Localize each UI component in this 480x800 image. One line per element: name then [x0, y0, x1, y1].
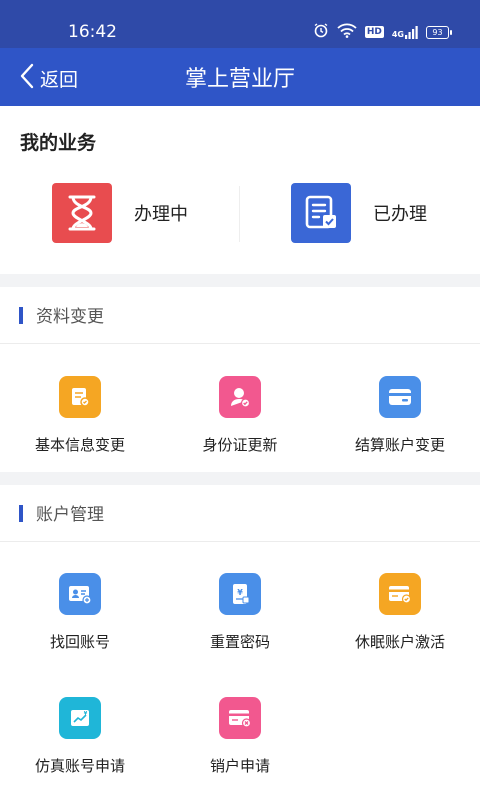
simulated-account-application-button[interactable]: ¥ 仿真账号申请: [0, 697, 160, 776]
id-card-update-button[interactable]: 身份证更新: [160, 376, 320, 455]
nav-bar: 返回 掌上营业厅: [0, 48, 480, 106]
in-progress-label: 办理中: [134, 204, 188, 225]
yuan-doc-icon: ¥: [219, 573, 261, 615]
reset-password-button[interactable]: ¥ 重置密码: [160, 573, 320, 652]
signal-icon: 4G: [392, 25, 418, 39]
document-check-icon: [291, 183, 351, 243]
completed-button[interactable]: 已办理: [291, 182, 427, 244]
my-business-title: 我的业务: [20, 132, 97, 154]
section-accent-bar: [19, 307, 23, 324]
status-bar: 16:42 HD 4G 93: [0, 0, 480, 48]
card-icon: [379, 376, 421, 418]
section-accent-bar: [19, 505, 23, 522]
section-title: 资料变更: [36, 307, 104, 327]
page-title: 掌上营业厅: [184, 67, 295, 92]
completed-label: 已办理: [373, 204, 427, 225]
divider: [239, 186, 240, 242]
wifi-icon: [337, 23, 357, 42]
document-edit-icon: [59, 376, 101, 418]
battery-icon: 93: [426, 25, 452, 39]
card-close-icon: [219, 697, 261, 739]
svg-text:¥: ¥: [237, 588, 243, 597]
settlement-account-change-button[interactable]: 结算账户变更: [320, 376, 480, 455]
section-header-profile-change: 资料变更: [0, 287, 480, 344]
hd-icon: HD: [364, 26, 384, 38]
close-account-application-button[interactable]: 销户申请: [160, 697, 320, 776]
in-progress-button[interactable]: 办理中: [52, 182, 188, 244]
section-title: 账户管理: [36, 505, 104, 525]
id-card-icon: [59, 573, 101, 615]
svg-text:¥: ¥: [84, 711, 88, 717]
basic-info-change-button[interactable]: 基本信息变更: [0, 376, 160, 455]
profile-change-grid: 基本信息变更 身份证更新 结算账户变更: [0, 344, 480, 472]
dormant-account-activation-button[interactable]: 休眠账户激活: [320, 573, 480, 652]
card-check-icon: [379, 573, 421, 615]
my-business-card: 我的业务 办理中 已办理: [0, 106, 480, 274]
hourglass-icon: [52, 183, 112, 243]
account-management-grid: 找回账号 ¥ 重置密码 休眠账户激活 ¥ 仿真账号申请 销户申请: [0, 542, 480, 800]
alarm-icon: [313, 22, 329, 42]
recover-account-button[interactable]: 找回账号: [0, 573, 160, 652]
section-header-account-management: 账户管理: [0, 485, 480, 542]
status-time: 16:42: [68, 22, 117, 42]
person-check-icon: [219, 376, 261, 418]
chart-doc-icon: ¥: [59, 697, 101, 739]
